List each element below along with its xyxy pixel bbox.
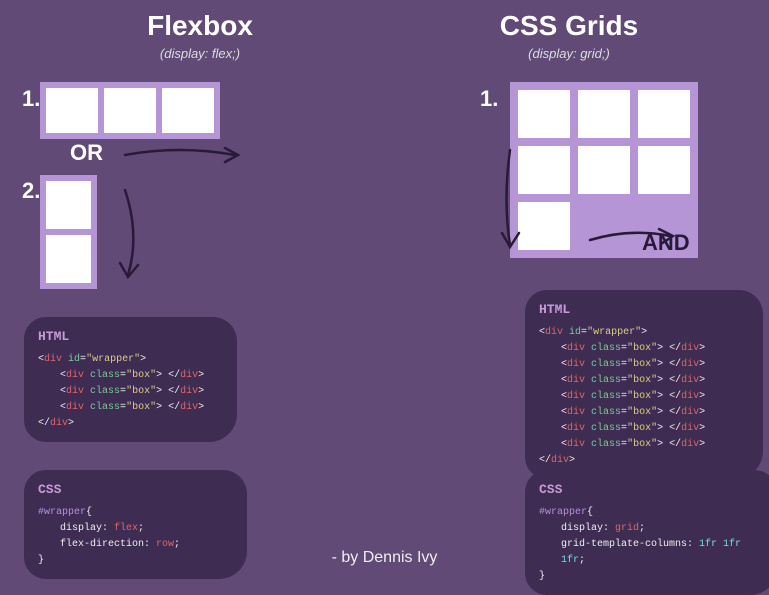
flexbox-html-card: HTML <div id="wrapper"> <div class="box"… bbox=[24, 317, 237, 442]
flexbox-css-card: CSS #wrapper{ display: flex; flex-direct… bbox=[24, 470, 247, 579]
code-line: <div class="box"> </div> bbox=[539, 357, 749, 373]
grid-item bbox=[578, 146, 630, 194]
code-line: <div id="wrapper"> bbox=[38, 352, 223, 368]
code-line: flex-direction: row; bbox=[38, 537, 233, 553]
code-line: #wrapper{ bbox=[38, 505, 233, 521]
flexbox-subtitle: (display: flex;) bbox=[20, 46, 380, 61]
code-line: <div class="box"> </div> bbox=[38, 400, 223, 416]
code-line: <div id="wrapper"> bbox=[539, 325, 749, 341]
code-line: <div class="box"> </div> bbox=[539, 341, 749, 357]
grids-css-card: CSS #wrapper{ display: grid; grid-templa… bbox=[525, 470, 769, 595]
flexbox-row-item bbox=[162, 88, 214, 133]
flexbox-row-item bbox=[104, 88, 156, 133]
flexbox-num-1: 1. bbox=[22, 86, 40, 112]
code-line: </div> bbox=[38, 416, 223, 432]
code-line: } bbox=[38, 553, 233, 569]
grids-subtitle: (display: grid;) bbox=[389, 46, 749, 61]
code-line: <div class="box"> </div> bbox=[539, 389, 749, 405]
html-label: HTML bbox=[38, 327, 223, 348]
arrow-icon bbox=[120, 140, 250, 170]
flexbox-num-2: 2. bbox=[22, 178, 40, 204]
grids-num-1: 1. bbox=[480, 86, 498, 112]
code-line: <div class="box"> </div> bbox=[539, 437, 749, 453]
css-label: CSS bbox=[539, 480, 764, 501]
flexbox-column: Flexbox (display: flex;) bbox=[20, 10, 380, 73]
code-line: <div class="box"> </div> bbox=[539, 373, 749, 389]
grids-title: CSS Grids bbox=[389, 10, 749, 42]
arrow-icon bbox=[110, 185, 150, 285]
code-line: <div class="box"> </div> bbox=[539, 421, 749, 437]
html-label: HTML bbox=[539, 300, 749, 321]
flexbox-col-item bbox=[46, 181, 91, 229]
grid-item bbox=[518, 90, 570, 138]
code-line: <div class="box"> </div> bbox=[38, 368, 223, 384]
or-label: OR bbox=[70, 140, 103, 166]
code-line: <div class="box"> </div> bbox=[539, 405, 749, 421]
credit-text: - by Dennis Ivy bbox=[332, 549, 438, 567]
grid-item bbox=[638, 90, 690, 138]
css-label: CSS bbox=[38, 480, 233, 501]
code-line: </div> bbox=[539, 453, 749, 469]
arrow-icon bbox=[585, 222, 680, 250]
code-line: grid-template-columns: 1fr 1fr 1fr; bbox=[539, 537, 764, 569]
grids-html-card: HTML <div id="wrapper"> <div class="box"… bbox=[525, 290, 763, 479]
grid-item bbox=[518, 202, 570, 250]
flexbox-row-demo bbox=[40, 82, 220, 139]
grid-item bbox=[638, 146, 690, 194]
code-line: display: flex; bbox=[38, 521, 233, 537]
grids-column: CSS Grids (display: grid;) bbox=[389, 10, 749, 73]
flexbox-title: Flexbox bbox=[20, 10, 380, 42]
code-line: } bbox=[539, 569, 764, 585]
code-line: #wrapper{ bbox=[539, 505, 764, 521]
grid-item bbox=[578, 90, 630, 138]
flexbox-row-item bbox=[46, 88, 98, 133]
flexbox-col-item bbox=[46, 235, 91, 283]
code-line: <div class="box"> </div> bbox=[38, 384, 223, 400]
grid-item bbox=[518, 146, 570, 194]
arrow-icon bbox=[495, 145, 525, 255]
flexbox-col-demo bbox=[40, 175, 97, 289]
code-line: display: grid; bbox=[539, 521, 764, 537]
